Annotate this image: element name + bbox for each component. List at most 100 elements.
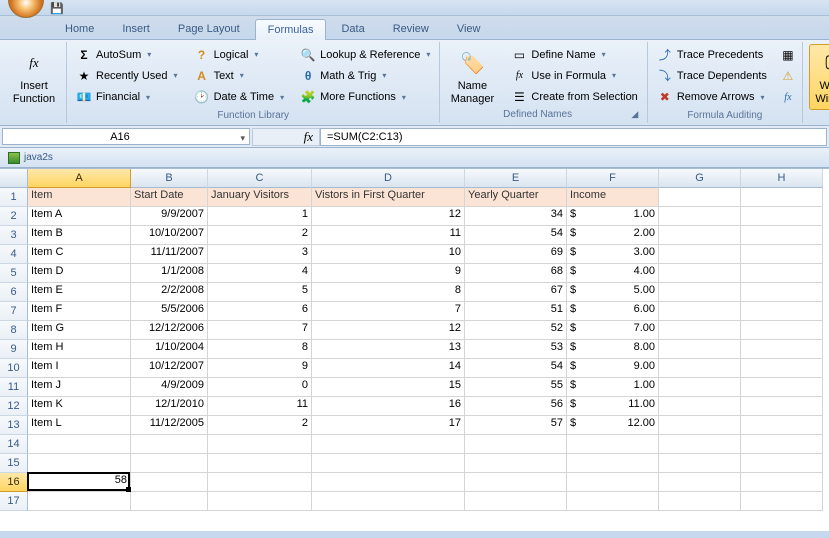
more-functions-button[interactable]: 🧩More Functions▾ [297, 88, 433, 106]
cell[interactable]: 54 [465, 359, 567, 378]
cell[interactable] [567, 435, 659, 454]
create-from-selection-button[interactable]: ☰Create from Selection [508, 88, 640, 106]
logical-button[interactable]: ?Logical▾ [191, 46, 288, 64]
cell[interactable] [741, 378, 823, 397]
tab-insert[interactable]: Insert [109, 18, 163, 39]
cell[interactable]: Item I [28, 359, 131, 378]
cell[interactable] [659, 302, 741, 321]
cell[interactable]: Item B [28, 226, 131, 245]
cell[interactable] [659, 473, 741, 492]
watch-window-button[interactable]: 🖵 WatchWindow [809, 44, 829, 110]
cell[interactable]: 16 [312, 397, 465, 416]
cell[interactable]: $2.00 [567, 226, 659, 245]
cell[interactable] [741, 435, 823, 454]
cell[interactable] [659, 226, 741, 245]
cell[interactable] [659, 397, 741, 416]
cell[interactable] [741, 188, 823, 207]
tab-view[interactable]: View [444, 18, 494, 39]
cell[interactable]: 2/2/2008 [131, 283, 208, 302]
tab-home[interactable]: Home [52, 18, 107, 39]
cell[interactable]: 34 [465, 207, 567, 226]
save-icon[interactable]: 💾 [50, 2, 60, 12]
cell[interactable] [741, 245, 823, 264]
autosum-button[interactable]: ΣAutoSum▾ [73, 46, 181, 64]
cell[interactable]: 6 [208, 302, 312, 321]
row-header[interactable]: 16 [0, 473, 28, 492]
cell[interactable] [741, 264, 823, 283]
cell[interactable]: $3.00 [567, 245, 659, 264]
column-header[interactable]: E [465, 169, 567, 188]
cell[interactable] [741, 492, 823, 511]
name-box[interactable]: A16 ▾ [2, 128, 250, 145]
cell[interactable] [567, 492, 659, 511]
cell[interactable] [659, 207, 741, 226]
cell[interactable] [659, 321, 741, 340]
cell[interactable] [567, 473, 659, 492]
cell[interactable]: Vistors in First Quarter [312, 188, 465, 207]
cell[interactable]: 54 [465, 226, 567, 245]
cell[interactable]: 5/5/2006 [131, 302, 208, 321]
cell[interactable]: Item J [28, 378, 131, 397]
row-header[interactable]: 5 [0, 264, 28, 283]
cell[interactable] [741, 454, 823, 473]
cell[interactable]: 7 [312, 302, 465, 321]
cell[interactable]: 56 [465, 397, 567, 416]
tab-review[interactable]: Review [380, 18, 442, 39]
cell[interactable]: Item K [28, 397, 131, 416]
cell[interactable] [208, 473, 312, 492]
cell[interactable] [659, 454, 741, 473]
row-header[interactable]: 9 [0, 340, 28, 359]
row-header[interactable]: 15 [0, 454, 28, 473]
cell[interactable]: Item H [28, 340, 131, 359]
cell[interactable]: 52 [465, 321, 567, 340]
cell[interactable]: 1/10/2004 [131, 340, 208, 359]
row-header[interactable]: 6 [0, 283, 28, 302]
cell[interactable]: 11 [312, 226, 465, 245]
cell[interactable]: 5 [208, 283, 312, 302]
formula-bar-input[interactable]: =SUM(C2:C13) [320, 128, 827, 146]
cell[interactable]: 67 [465, 283, 567, 302]
use-in-formula-button[interactable]: fxUse in Formula▾ [508, 67, 640, 85]
cell[interactable]: 68 [465, 264, 567, 283]
tab-formulas[interactable]: Formulas [255, 19, 327, 40]
cell[interactable]: 4/9/2009 [131, 378, 208, 397]
cell[interactable] [28, 492, 131, 511]
office-button[interactable] [8, 0, 44, 18]
cell[interactable] [741, 359, 823, 378]
row-header[interactable]: 8 [0, 321, 28, 340]
cell[interactable] [659, 283, 741, 302]
cell[interactable] [567, 454, 659, 473]
cell[interactable]: $12.00 [567, 416, 659, 435]
datetime-button[interactable]: 🕑Date & Time▾ [191, 88, 288, 106]
remove-arrows-button[interactable]: ✖Remove Arrows▾ [654, 88, 770, 106]
cell[interactable]: 1/1/2008 [131, 264, 208, 283]
worksheet-grid[interactable]: 1234567891011121314151617 ABCDEFGH ItemS… [0, 168, 829, 531]
define-name-button[interactable]: ▭Define Name▾ [508, 46, 640, 64]
row-header[interactable]: 3 [0, 226, 28, 245]
cell[interactable] [741, 283, 823, 302]
row-header[interactable]: 14 [0, 435, 28, 454]
row-header[interactable]: 4 [0, 245, 28, 264]
row-header[interactable]: 2 [0, 207, 28, 226]
mathtrig-button[interactable]: θMath & Trig▾ [297, 67, 433, 85]
cell[interactable] [741, 207, 823, 226]
row-header[interactable]: 11 [0, 378, 28, 397]
cell[interactable]: Item E [28, 283, 131, 302]
show-formulas-icon[interactable]: ▦ [780, 47, 796, 63]
cell[interactable]: 55 [465, 378, 567, 397]
cell[interactable]: 69 [465, 245, 567, 264]
cell[interactable]: 2 [208, 416, 312, 435]
cell[interactable]: Item D [28, 264, 131, 283]
row-header[interactable]: 10 [0, 359, 28, 378]
cell[interactable] [741, 226, 823, 245]
row-header[interactable]: 1 [0, 188, 28, 207]
cell[interactable]: $5.00 [567, 283, 659, 302]
cell[interactable] [741, 416, 823, 435]
trace-precedents-button[interactable]: ⤴Trace Precedents [654, 46, 770, 64]
column-header[interactable]: C [208, 169, 312, 188]
cell[interactable] [465, 435, 567, 454]
cell[interactable] [741, 321, 823, 340]
cell[interactable]: 9 [208, 359, 312, 378]
cell[interactable] [28, 435, 131, 454]
dialog-launcher-icon[interactable]: ◢ [629, 109, 641, 121]
